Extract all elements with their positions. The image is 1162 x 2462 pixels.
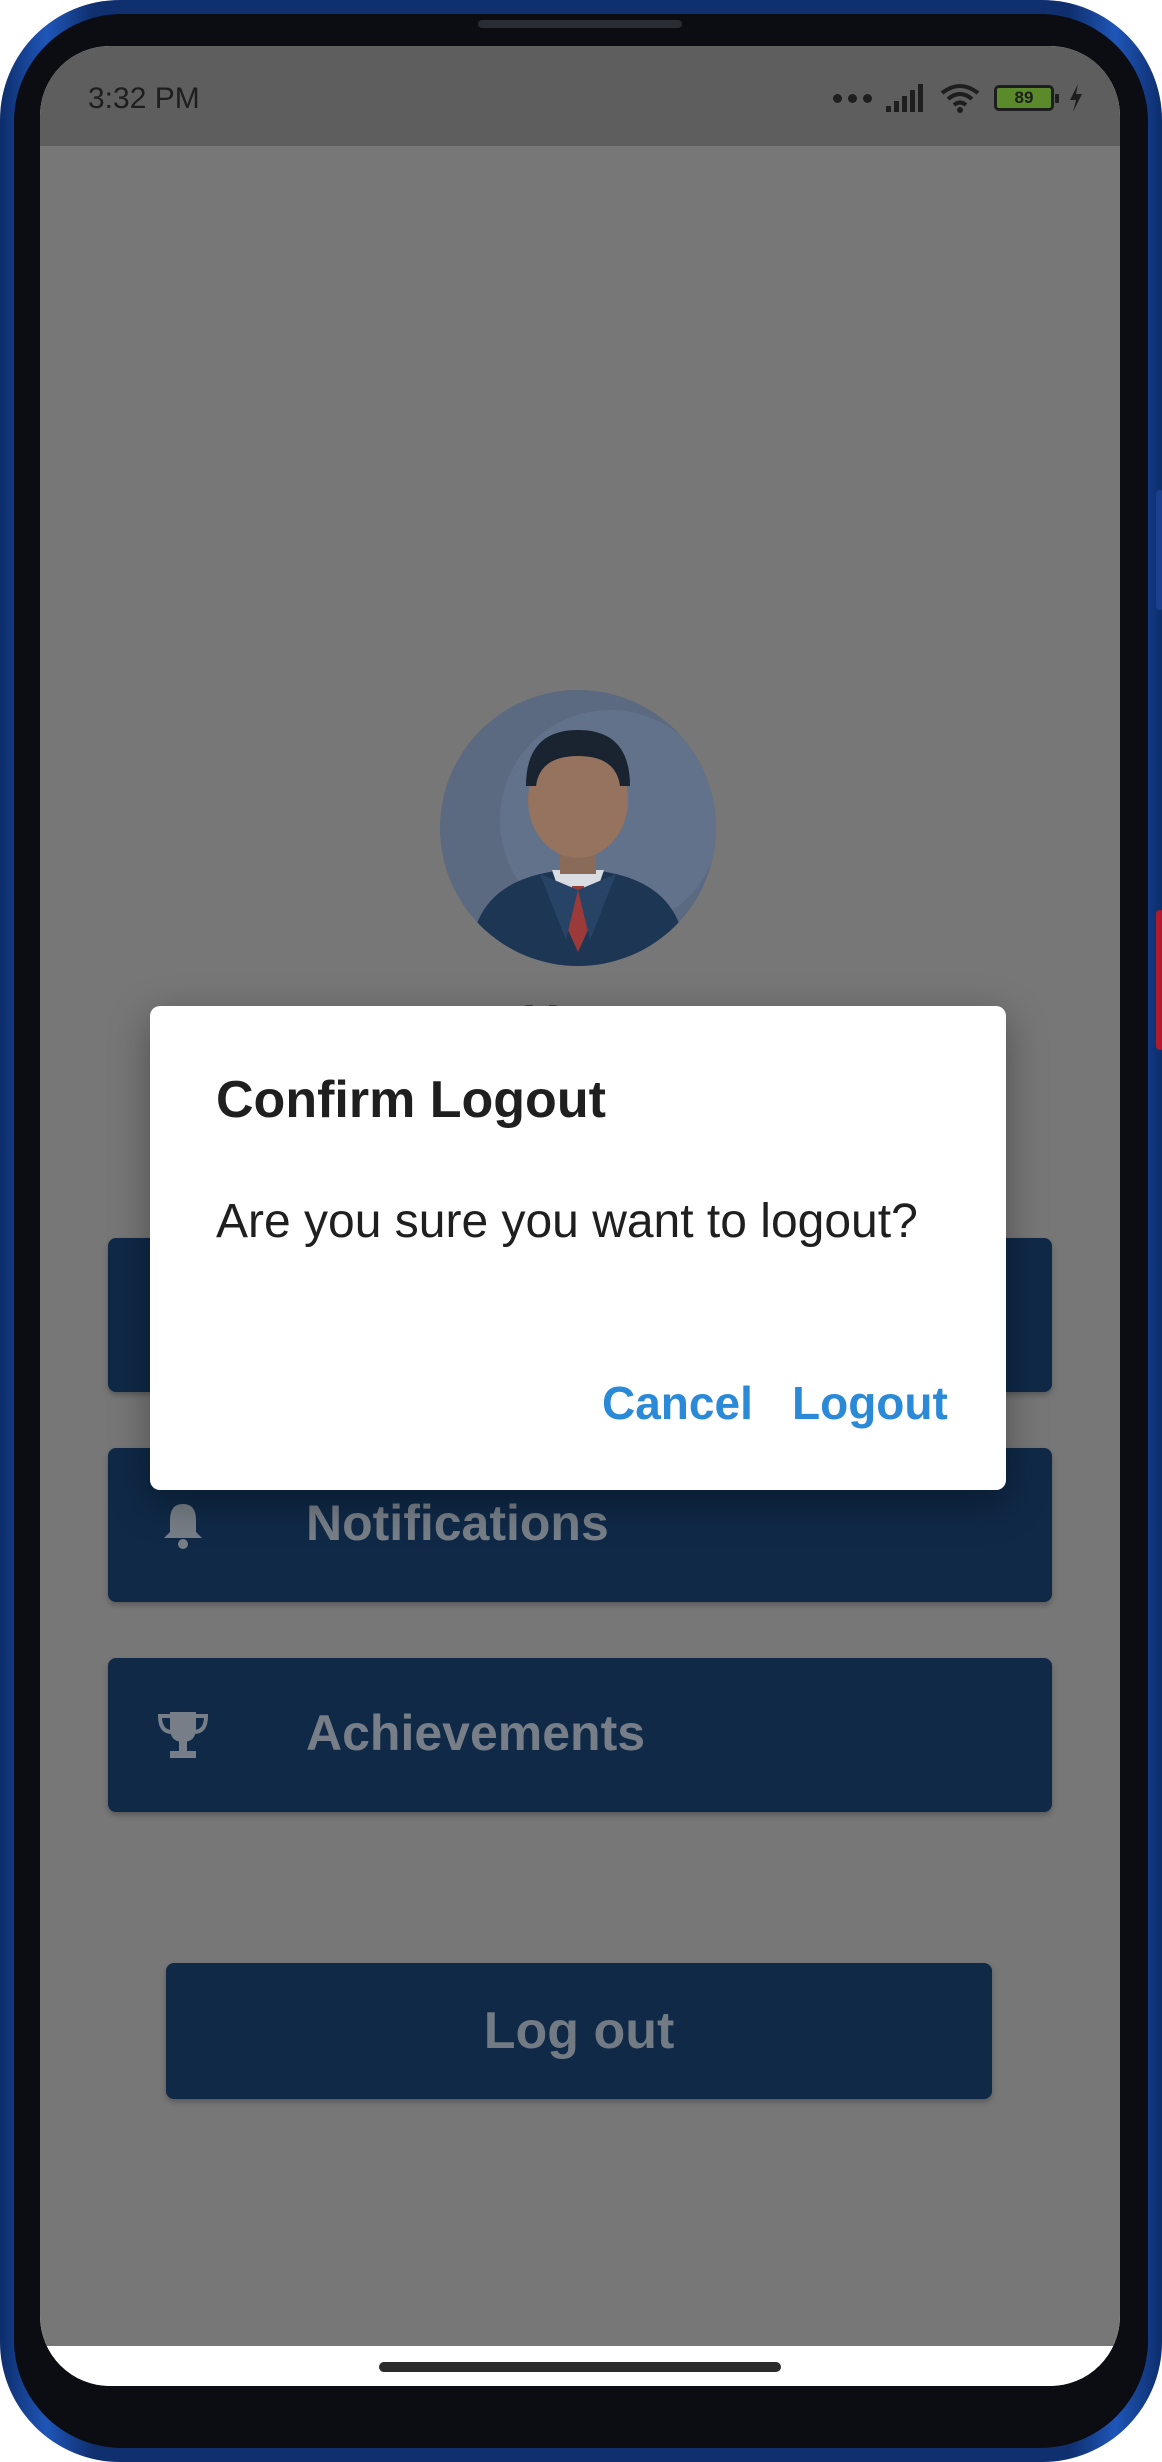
more-dots-icon: [833, 93, 872, 103]
trophy-icon: [157, 1712, 209, 1758]
screen: 3:32 PM 89 Notifications Achievements Lo…: [40, 46, 1120, 2386]
signal-icon: [886, 84, 923, 112]
battery-level: 89: [1014, 88, 1034, 107]
log-out-button[interactable]: Log out: [166, 1963, 992, 2099]
speaker-grille: [478, 20, 682, 28]
dialog-title: Confirm Logout: [216, 1071, 606, 1129]
wifi-icon: [940, 84, 980, 113]
home-indicator[interactable]: [379, 2362, 781, 2372]
phone-frame: 3:32 PM 89 Notifications Achievements Lo…: [0, 0, 1162, 2462]
businessman-avatar-icon: [440, 690, 716, 966]
volume-button: [1156, 490, 1162, 610]
status-bar: 3:32 PM 89: [40, 46, 1120, 146]
status-time: 3:32 PM: [88, 82, 200, 115]
cancel-button[interactable]: Cancel: [602, 1376, 753, 1430]
charging-icon: [1070, 84, 1082, 112]
confirm-logout-dialog: Confirm Logout Are you sure you want to …: [150, 1006, 1006, 1490]
power-button: [1156, 910, 1162, 1050]
battery-icon: 89: [994, 85, 1059, 111]
menu-item-label: Notifications: [306, 1495, 609, 1551]
menu-item-achievements[interactable]: Achievements: [108, 1658, 1052, 1812]
status-icons: 89: [833, 80, 1084, 116]
avatar: [440, 690, 716, 966]
confirm-logout-button[interactable]: Logout: [792, 1376, 948, 1430]
dialog-message: Are you sure you want to logout?: [216, 1195, 918, 1248]
menu-item-label: Achievements: [306, 1705, 646, 1761]
bell-icon: [164, 1504, 202, 1549]
